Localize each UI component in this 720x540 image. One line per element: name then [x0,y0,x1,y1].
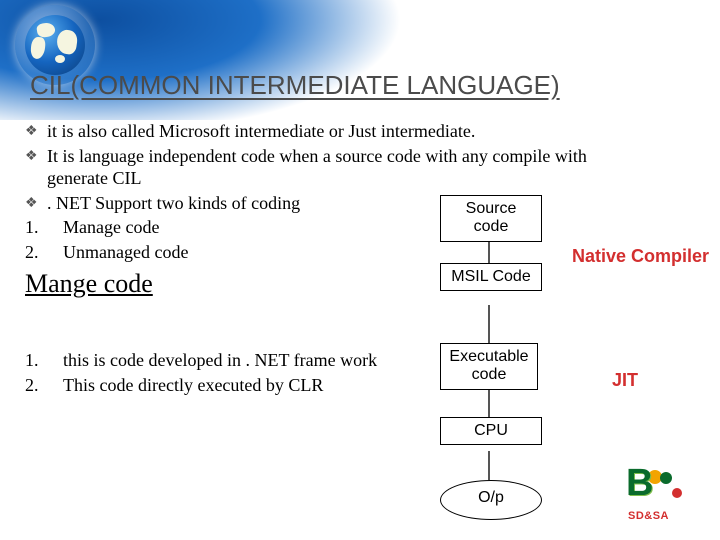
section-heading: Mange code [25,269,705,299]
list-number: 1. [25,349,53,372]
flow-box-cpu: CPU [440,417,542,445]
flow-box-executable: Executable code [440,343,538,390]
flow-box-output: O/p [440,480,542,520]
list-number: 2. [25,374,53,397]
connector-line [488,385,490,417]
bullet-text: . NET Support two kinds of coding [47,192,705,215]
header-gradient [0,0,720,120]
second-list: 1. this is code developed in . NET frame… [25,349,425,396]
diamond-icon: ❖ [25,145,47,166]
bullet-text: Manage code [53,216,705,239]
connector-line [488,305,490,343]
bullet-text: this is code developed in . NET frame wo… [53,349,425,372]
logo-text: SD&SA [628,510,669,522]
numbered-item: 2. Unmanaged code [25,241,705,264]
diamond-icon: ❖ [25,192,47,213]
numbered-item: 2. This code directly executed by CLR [25,374,425,397]
bullet-text: it is also called Microsoft intermediate… [47,120,705,143]
diamond-icon: ❖ [25,120,47,141]
connector-line [488,451,490,480]
logo-dot-icon [672,488,682,498]
content-area: ❖ it is also called Microsoft intermedia… [25,120,705,398]
numbered-item: 1. Manage code [25,216,705,239]
logo-letter: B [626,462,653,505]
connector-line [488,239,490,263]
flow-box-source: Source code [440,195,542,242]
bullet-item: ❖ it is also called Microsoft intermedia… [25,120,705,143]
numbered-item: 1. this is code developed in . NET frame… [25,349,425,372]
bullet-item: ❖ . NET Support two kinds of coding [25,192,705,215]
logo-dot-icon [660,472,672,484]
bullet-text: It is language independent code when a s… [47,145,587,190]
logo-badge: B SD&SA [626,466,696,522]
list-number: 1. [25,216,53,239]
list-number: 2. [25,241,53,264]
bullet-text: Unmanaged code [53,241,705,264]
page-title: CIL(COMMON INTERMEDIATE LANGUAGE) [30,70,560,101]
bullet-text: This code directly executed by CLR [53,374,425,397]
flow-box-msil: MSIL Code [440,263,542,291]
bullet-item: ❖ It is language independent code when a… [25,145,705,190]
